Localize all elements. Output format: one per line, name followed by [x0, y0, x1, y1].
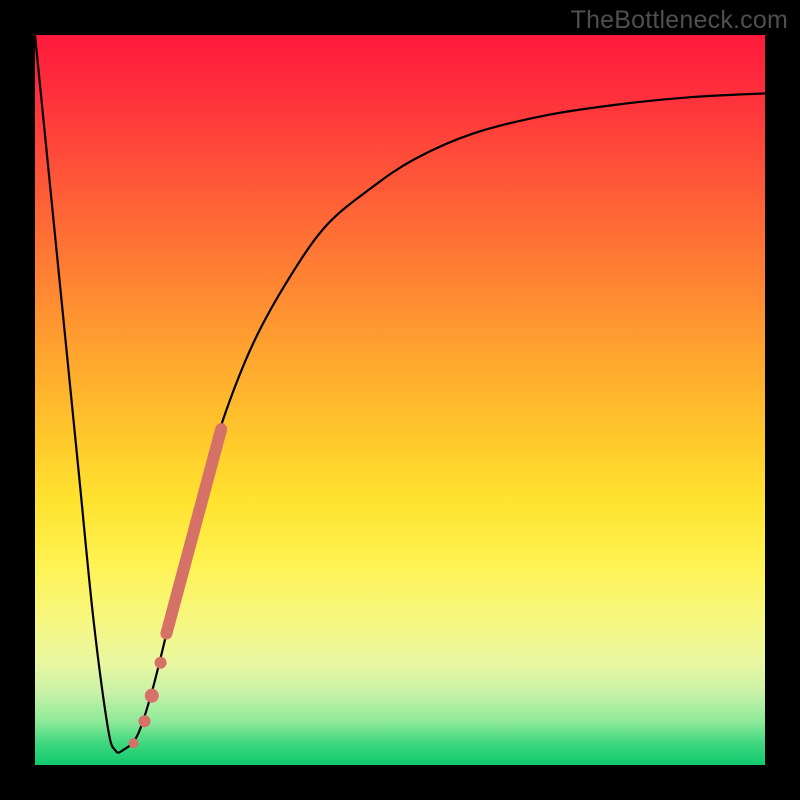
chart-svg — [35, 35, 765, 765]
watermark-text: TheBottleneck.com — [571, 6, 788, 35]
marker-dot-2 — [145, 689, 159, 703]
marker-dot-4 — [129, 738, 139, 748]
chart-frame: TheBottleneck.com — [0, 0, 800, 800]
marker-dot-1 — [155, 657, 167, 669]
bottleneck-curve-path — [35, 35, 765, 753]
plot-area — [35, 35, 765, 765]
marker-dot-3 — [139, 715, 151, 727]
marker-thick-segment — [166, 429, 221, 633]
